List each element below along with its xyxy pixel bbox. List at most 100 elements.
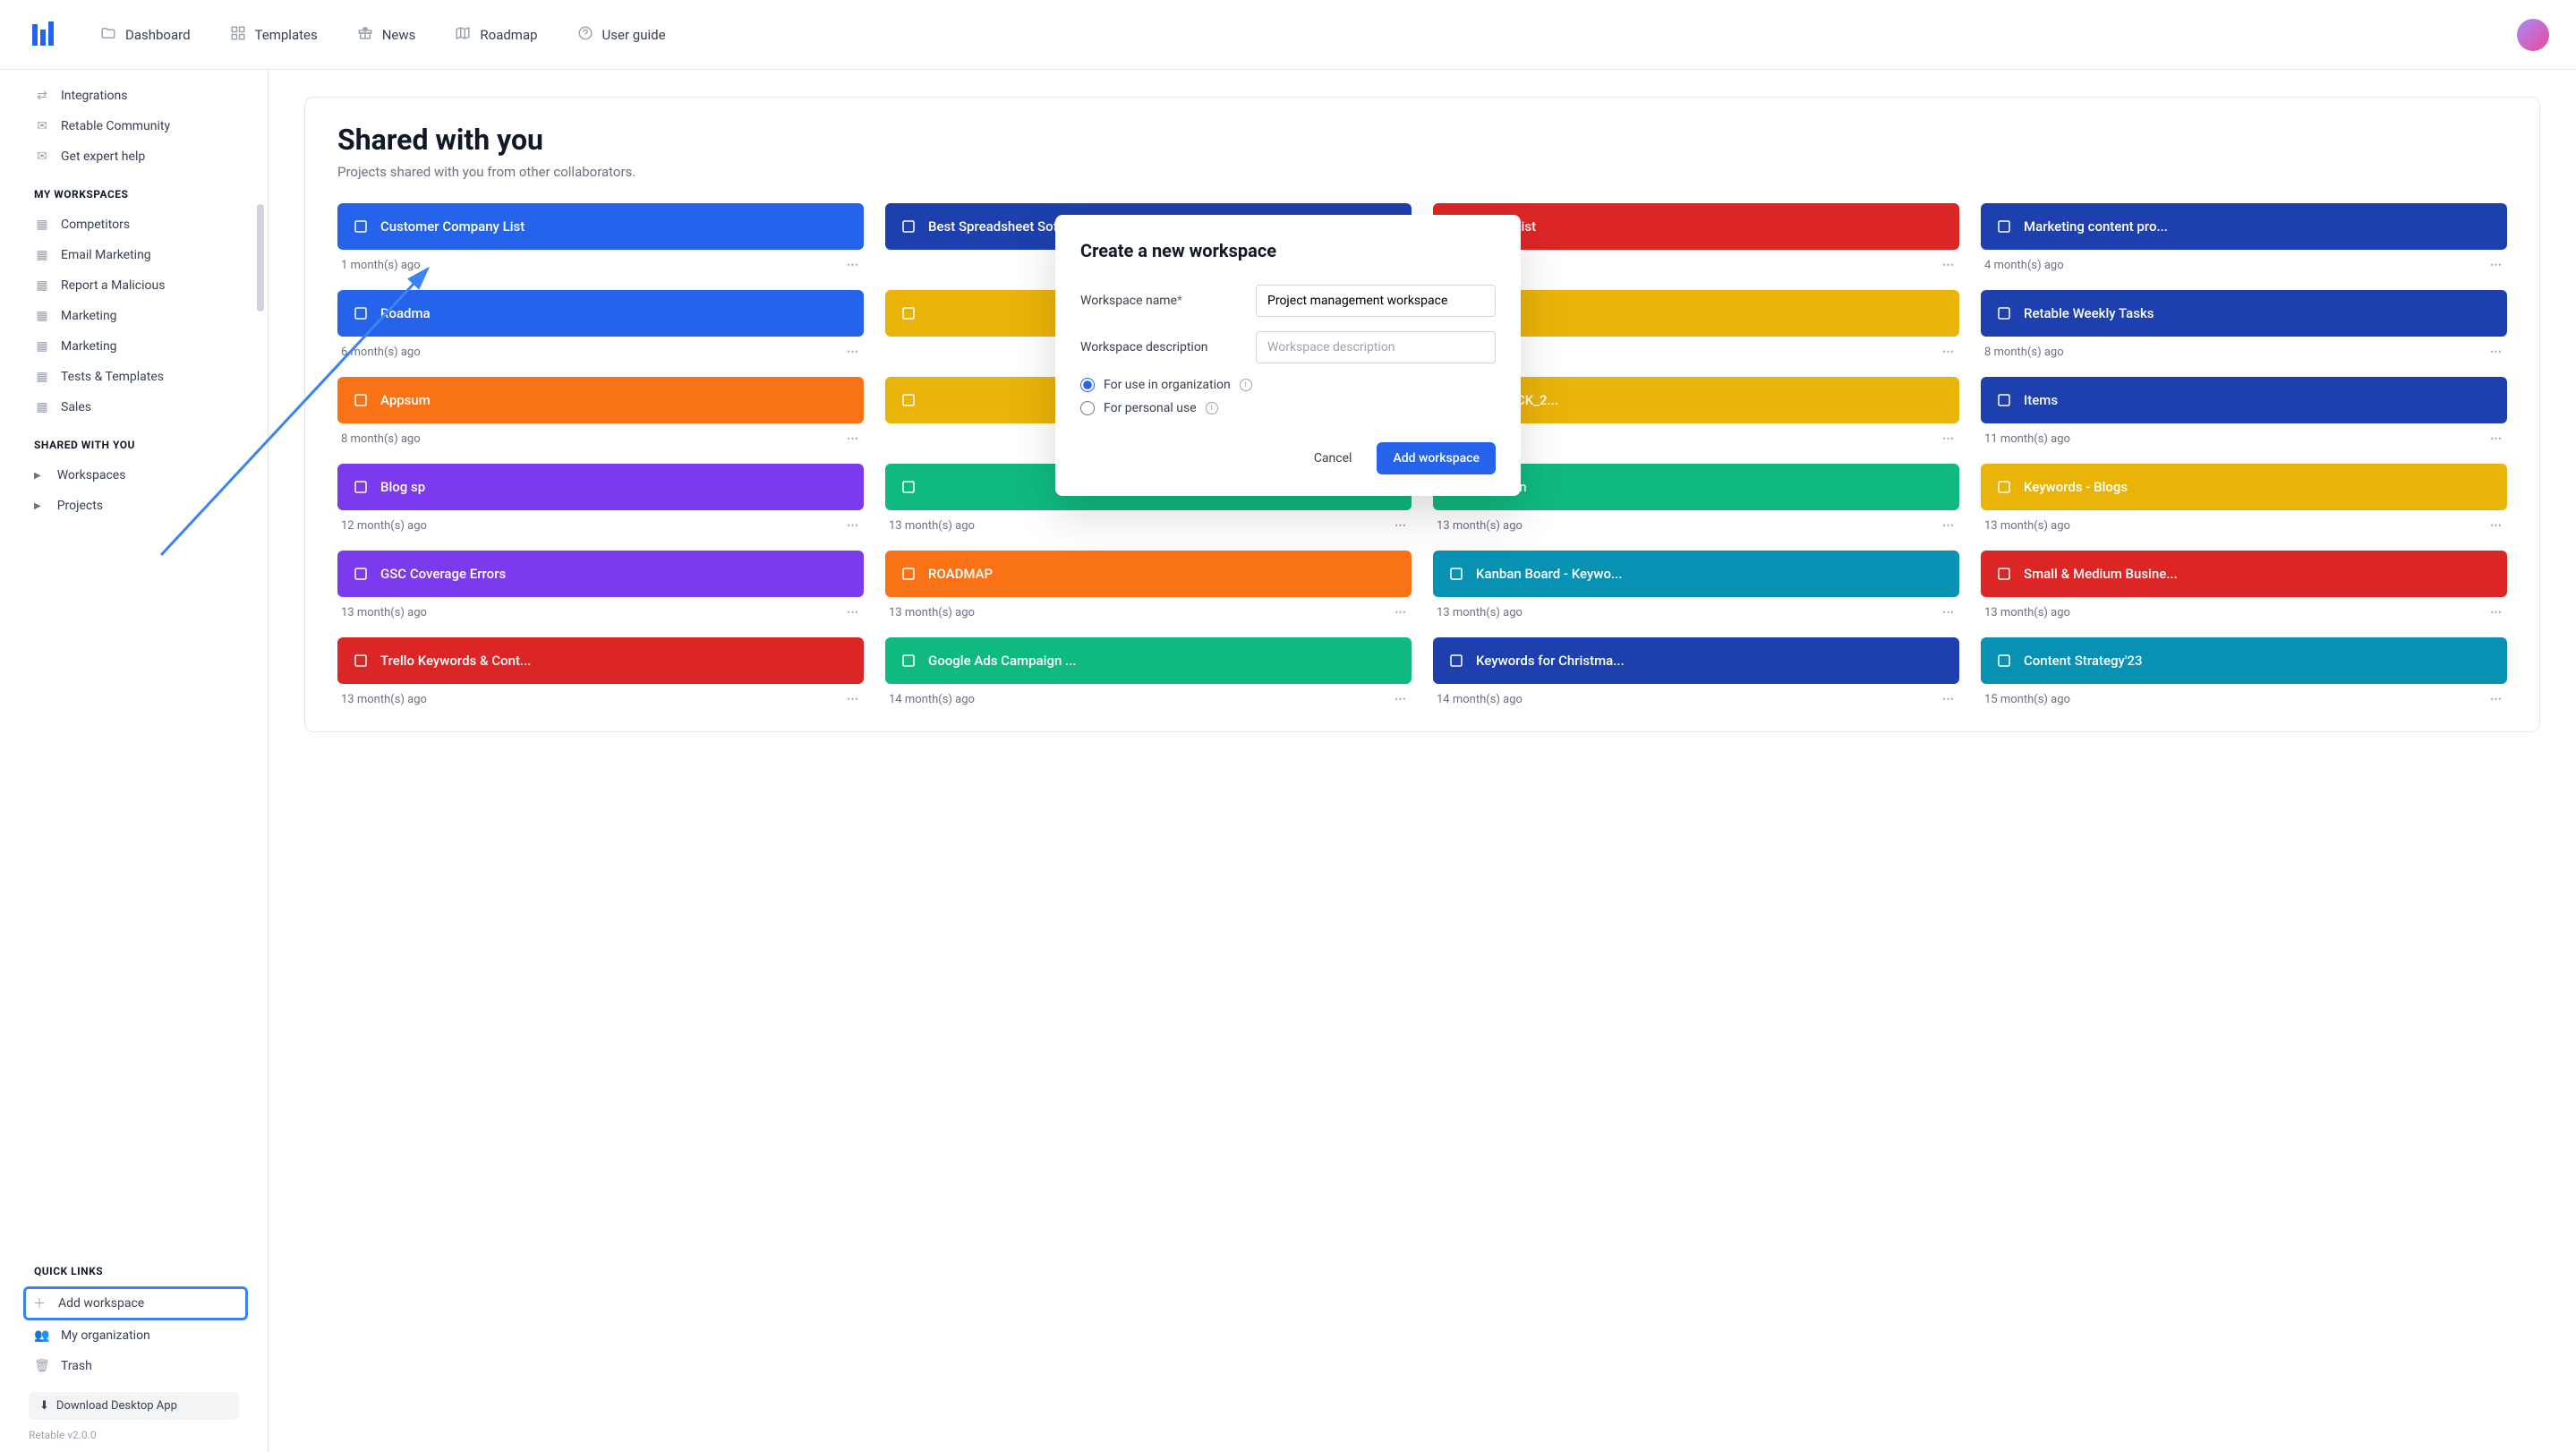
project-more-icon[interactable]: ⋯ <box>847 519 860 533</box>
project-more-icon[interactable]: ⋯ <box>1942 519 1956 533</box>
nav-label: Roadmap <box>480 27 537 43</box>
project-more-icon[interactable]: ⋯ <box>1942 346 1956 359</box>
project-timestamp: 13 month(s) ago <box>1437 606 1523 619</box>
project-card[interactable]: Google Ads Campaign ...14 month(s) ago⋯ <box>885 637 1412 706</box>
project-card[interactable]: Marketing content pro...4 month(s) ago⋯ <box>1981 203 2507 272</box>
radio-org-row[interactable]: For use in organization i <box>1080 378 1496 392</box>
project-more-icon[interactable]: ⋯ <box>1942 432 1956 446</box>
project-card[interactable]: Roadma6 month(s) ago⋯ <box>337 290 864 359</box>
project-more-icon[interactable]: ⋯ <box>2490 259 2503 272</box>
add-workspace-button[interactable]: Add workspace <box>1377 442 1496 474</box>
radio-org[interactable] <box>1080 378 1095 392</box>
sidebar-expert-help[interactable]: ✉Get expert help <box>29 141 243 172</box>
project-icon <box>1447 653 1465 669</box>
project-card[interactable]: GSC Coverage Errors13 month(s) ago⋯ <box>337 551 864 619</box>
project-more-icon[interactable]: ⋯ <box>1395 606 1408 619</box>
project-name: Keywords - Blogs <box>2024 479 2128 495</box>
project-card[interactable]: Content Strategy'23 15 month(s) ago ⋯ <box>1981 637 2507 706</box>
trash-link[interactable]: 🗑Trash <box>29 1351 243 1381</box>
sidebar-workspace-item[interactable]: ▦Competitors <box>29 209 243 240</box>
project-icon <box>900 305 917 321</box>
project-icon <box>900 479 917 495</box>
project-card[interactable]: Trello Keywords & Cont...13 month(s) ago… <box>337 637 864 706</box>
help-icon <box>577 25 593 45</box>
sidebar-community[interactable]: ✉Retable Community <box>29 111 243 141</box>
project-card[interactable]: Customer Company List1 month(s) ago⋯ <box>337 203 864 272</box>
project-icon <box>352 566 370 582</box>
project-more-icon[interactable]: ⋯ <box>847 432 860 446</box>
project-card[interactable]: Retable Weekly Tasks8 month(s) ago⋯ <box>1981 290 2507 359</box>
radio-personal[interactable] <box>1080 401 1095 415</box>
project-card[interactable]: Kanban Board - Keywo...13 month(s) ago⋯ <box>1433 551 1959 619</box>
sidebar-shared-item[interactable]: ▶Projects <box>29 491 243 521</box>
project-more-icon[interactable]: ⋯ <box>2490 693 2503 706</box>
project-more-icon[interactable]: ⋯ <box>2490 606 2503 619</box>
project-more-icon[interactable]: ⋯ <box>1942 259 1956 272</box>
workspace-icon: ▦ <box>34 370 50 384</box>
project-card[interactable]: Appsum8 month(s) ago⋯ <box>337 377 864 446</box>
nav-templates[interactable]: Templates <box>214 16 334 54</box>
workspace-icon: ▦ <box>34 309 50 323</box>
project-more-icon[interactable]: ⋯ <box>1395 519 1408 533</box>
sidebar-shared-item[interactable]: ▶Workspaces <box>29 460 243 491</box>
project-timestamp: 11 month(s) ago <box>1984 432 2070 446</box>
add-workspace-link[interactable]: ＋Add workspace <box>23 1286 248 1320</box>
project-timestamp: 1 month(s) ago <box>341 259 421 272</box>
project-timestamp: 8 month(s) ago <box>341 432 421 446</box>
my-workspaces-heading: MY WORKSPACES <box>29 172 243 209</box>
project-card[interactable]: Small & Medium Busine...13 month(s) ago⋯ <box>1981 551 2507 619</box>
nav-dashboard[interactable]: Dashboard <box>84 16 207 54</box>
workspace-name-input[interactable] <box>1256 285 1496 317</box>
project-more-icon[interactable]: ⋯ <box>2490 519 2503 533</box>
cancel-button[interactable]: Cancel <box>1301 442 1365 474</box>
project-name: Google Ads Campaign ... <box>928 653 1077 669</box>
workspace-desc-input[interactable] <box>1256 331 1496 363</box>
nav-user-guide[interactable]: User guide <box>561 16 682 54</box>
project-name: GSC Coverage Errors <box>380 566 506 582</box>
workspace-icon: ▦ <box>34 248 50 262</box>
project-icon <box>900 218 917 235</box>
project-icon <box>1995 479 2013 495</box>
sidebar-integrations[interactable]: ⇄Integrations <box>29 81 243 111</box>
project-more-icon[interactable]: ⋯ <box>847 606 860 619</box>
info-icon[interactable]: i <box>1240 379 1252 391</box>
project-more-icon[interactable]: ⋯ <box>847 259 860 272</box>
sidebar-workspace-item[interactable]: ▦Tests & Templates <box>29 362 243 392</box>
project-more-icon[interactable]: ⋯ <box>1942 606 1956 619</box>
project-card[interactable]: Keywords for Christma...14 month(s) ago⋯ <box>1433 637 1959 706</box>
nav-news[interactable]: News <box>341 16 432 54</box>
project-more-icon[interactable]: ⋯ <box>1942 693 1956 706</box>
download-desktop-button[interactable]: ⬇ Download Desktop App <box>29 1392 239 1420</box>
project-icon <box>900 392 917 408</box>
project-more-icon[interactable]: ⋯ <box>847 346 860 359</box>
nav-roadmap[interactable]: Roadmap <box>439 16 553 54</box>
workspace-icon: ▦ <box>34 339 50 354</box>
sidebar-workspace-item[interactable]: ▦Email Marketing <box>29 240 243 270</box>
project-more-icon[interactable]: ⋯ <box>847 693 860 706</box>
sidebar-workspace-item[interactable]: ▦Marketing <box>29 301 243 331</box>
project-card[interactable]: ROADMAP13 month(s) ago⋯ <box>885 551 1412 619</box>
project-timestamp: 15 month(s) ago <box>1984 693 2070 706</box>
sidebar-workspace-item[interactable]: ▦Report a Malicious <box>29 270 243 301</box>
version-text: Retable v2.0.0 <box>0 1423 268 1452</box>
project-more-icon[interactable]: ⋯ <box>2490 346 2503 359</box>
project-timestamp: 13 month(s) ago <box>1984 606 2070 619</box>
avatar[interactable] <box>2517 19 2549 51</box>
project-name: Content Strategy'23 <box>2024 653 2143 669</box>
sidebar-workspace-item[interactable]: ▦Marketing <box>29 331 243 362</box>
project-more-icon[interactable]: ⋯ <box>2490 432 2503 446</box>
project-card[interactable]: Keywords - Blogs 13 month(s) ago ⋯ <box>1981 464 2507 533</box>
my-organization-link[interactable]: 👥My organization <box>29 1320 243 1351</box>
project-timestamp: 13 month(s) ago <box>1984 519 2070 533</box>
project-card[interactable]: Blog sp12 month(s) ago⋯ <box>337 464 864 533</box>
project-icon <box>900 566 917 582</box>
project-icon <box>352 392 370 408</box>
scrollbar[interactable] <box>257 204 264 312</box>
app-logo[interactable] <box>27 19 59 51</box>
project-card[interactable]: Items11 month(s) ago⋯ <box>1981 377 2507 446</box>
project-more-icon[interactable]: ⋯ <box>1395 693 1408 706</box>
sidebar-workspace-item[interactable]: ▦Sales <box>29 392 243 423</box>
chevron-right-icon: ▶ <box>34 501 41 511</box>
radio-personal-row[interactable]: For personal use i <box>1080 401 1496 415</box>
info-icon[interactable]: i <box>1206 402 1218 414</box>
